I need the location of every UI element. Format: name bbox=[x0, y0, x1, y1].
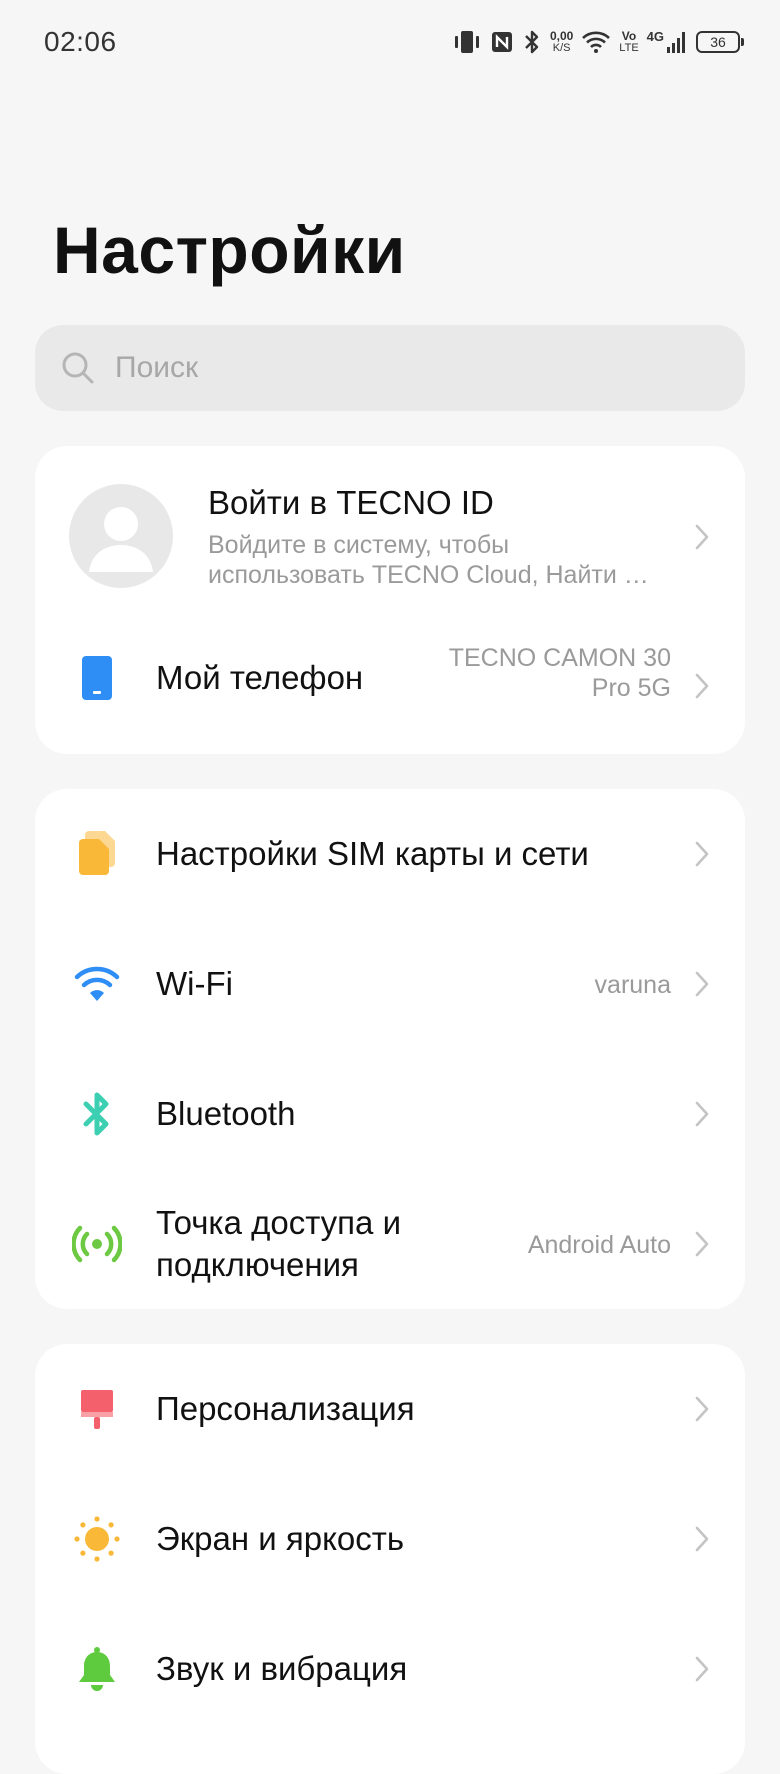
search-icon bbox=[62, 352, 94, 384]
avatar bbox=[69, 484, 173, 588]
network-gen-label: 4G bbox=[646, 29, 664, 44]
wifi-network-name: varuna bbox=[594, 971, 671, 999]
net-speed: 0,00 K/S bbox=[549, 29, 574, 54]
my-phone-label: Мой телефон bbox=[156, 659, 364, 696]
hotspot-value: Android Auto bbox=[527, 1231, 671, 1259]
chevron-right-icon bbox=[695, 1656, 709, 1682]
search-input[interactable] bbox=[113, 350, 677, 386]
display-card: Персонализация Экран и яркость Звук и ви… bbox=[35, 1344, 745, 1774]
sound-vibration-row[interactable]: Звук и вибрация bbox=[35, 1604, 745, 1734]
login-title: Войти в TECNO ID bbox=[208, 484, 494, 521]
vibrate-icon bbox=[452, 29, 482, 55]
bluetooth-status-icon bbox=[522, 29, 542, 55]
sound-vibration-label: Звук и вибрация bbox=[156, 1650, 408, 1687]
signal-icon bbox=[667, 32, 685, 53]
my-phone-row[interactable]: Мой телефон TECNO CAMON 30 Pro 5G bbox=[35, 626, 745, 754]
network-card: Настройки SIM карты и сети Wi-Fi varuna … bbox=[35, 789, 745, 1309]
wifi-row[interactable]: Wi-Fi varuna bbox=[35, 919, 745, 1049]
screen-brightness-row[interactable]: Экран и яркость bbox=[35, 1474, 745, 1604]
sim-card-icon bbox=[69, 826, 125, 882]
page-title: Настройки bbox=[53, 213, 406, 287]
login-subtitle: Войдите в систему, чтобы использовать TE… bbox=[208, 531, 649, 589]
chevron-right-icon bbox=[695, 1396, 709, 1422]
bluetooth-label: Bluetooth bbox=[156, 1095, 296, 1132]
hotspot-label: Точка доступа и подключения bbox=[156, 1204, 402, 1283]
my-phone-model: TECNO CAMON 30 Pro 5G bbox=[448, 644, 671, 702]
battery-level: 36 bbox=[710, 34, 726, 50]
status-time: 02:06 bbox=[44, 26, 117, 57]
signal-group: 4G bbox=[646, 29, 688, 53]
volte-indicator: Vo LTE bbox=[619, 29, 639, 54]
status-icons: 0,00 K/S Vo LTE 4G 36 bbox=[452, 24, 744, 60]
brush-icon bbox=[69, 1381, 125, 1437]
personalization-label: Персонализация bbox=[156, 1390, 415, 1427]
account-card: Войти в TECNO ID Войдите в систему, чтоб… bbox=[35, 446, 745, 754]
hotspot-icon bbox=[69, 1216, 125, 1272]
screen-brightness-label: Экран и яркость bbox=[156, 1520, 405, 1557]
phone-icon bbox=[69, 650, 125, 706]
chevron-right-icon bbox=[695, 1101, 709, 1127]
chevron-right-icon bbox=[695, 673, 709, 699]
sim-settings-row[interactable]: Настройки SIM карты и сети bbox=[35, 789, 745, 919]
user-placeholder-icon bbox=[89, 507, 153, 572]
wifi-icon bbox=[69, 956, 125, 1012]
bluetooth-row[interactable]: Bluetooth bbox=[35, 1049, 745, 1179]
sun-icon bbox=[69, 1511, 125, 1567]
tecno-id-login-row[interactable]: Войти в TECNO ID Войдите в систему, чтоб… bbox=[35, 446, 745, 626]
search-bar[interactable] bbox=[35, 325, 745, 411]
wifi-status-icon bbox=[581, 30, 611, 54]
chevron-right-icon bbox=[695, 524, 709, 550]
nfc-icon bbox=[490, 30, 514, 54]
personalization-row[interactable]: Персонализация bbox=[35, 1344, 745, 1474]
bluetooth-icon bbox=[69, 1086, 125, 1142]
chevron-right-icon bbox=[695, 1231, 709, 1257]
chevron-right-icon bbox=[695, 971, 709, 997]
bell-icon bbox=[69, 1641, 125, 1697]
battery-icon: 36 bbox=[696, 31, 744, 53]
sim-settings-label: Настройки SIM карты и сети bbox=[156, 835, 589, 872]
chevron-right-icon bbox=[695, 841, 709, 867]
chevron-right-icon bbox=[695, 1526, 709, 1552]
hotspot-row[interactable]: Точка доступа и подключения Android Auto bbox=[35, 1179, 745, 1309]
wifi-label: Wi-Fi bbox=[156, 965, 233, 1002]
status-bar: 02:06 0,00 K/S Vo LTE 4G 36 bbox=[0, 0, 780, 84]
